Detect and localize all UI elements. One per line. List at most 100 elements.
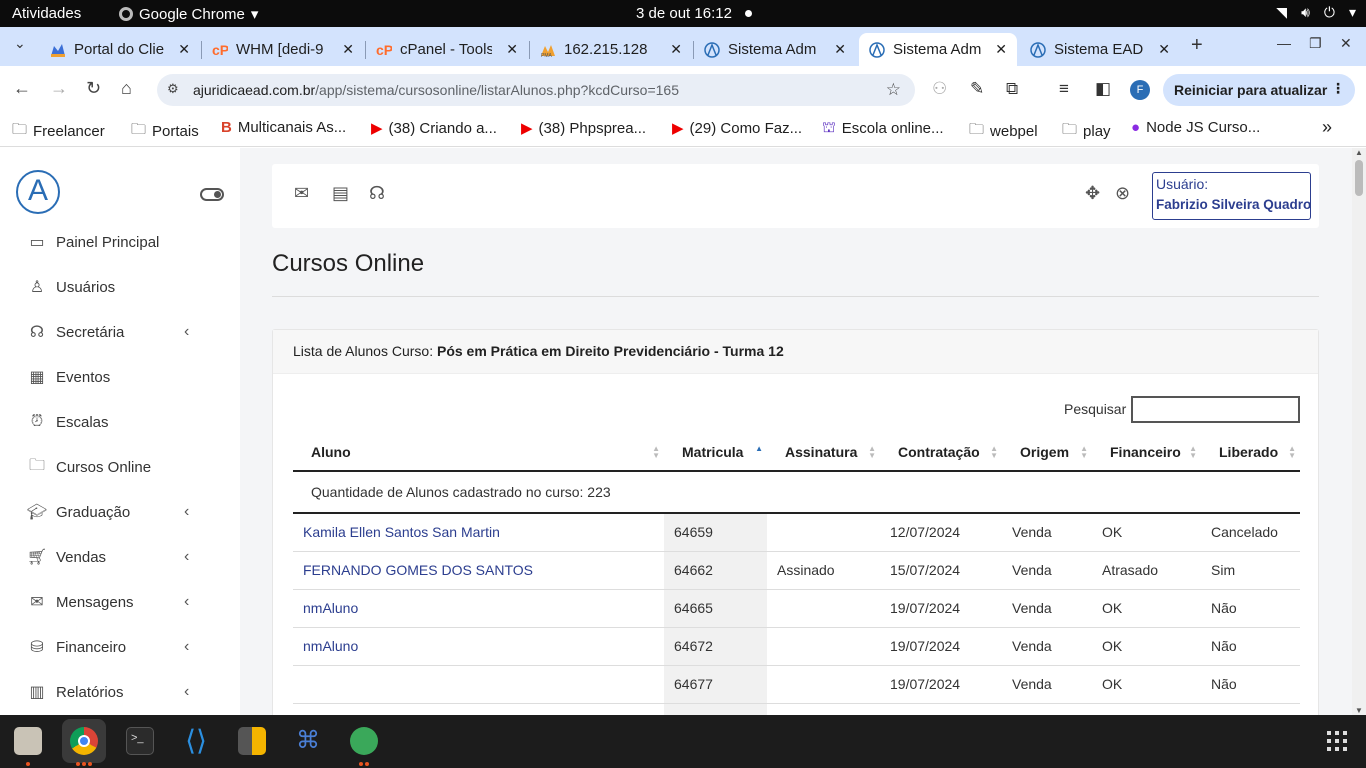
show-apps-icon[interactable] xyxy=(1327,731,1347,751)
vscode-icon[interactable]: ⟨⟩ xyxy=(182,727,210,755)
tab-portal[interactable]: Portal do Clie ✕ xyxy=(40,33,200,66)
student-name-link[interactable] xyxy=(293,703,664,715)
close-tab-icon[interactable]: ✕ xyxy=(670,41,682,58)
col-header-assinatura[interactable]: Assinatura ▲ ▼ xyxy=(767,433,880,472)
sidebar-item-secretaria[interactable]: ☊ Secretária ‹ xyxy=(26,320,206,344)
bookmark-escola[interactable]: ⛫ Escola online... xyxy=(822,119,944,138)
sidebar-item-label: Cursos Online xyxy=(56,458,152,476)
extension-icon[interactable]: ⚇ xyxy=(932,79,947,99)
sidebar-item-cursos-online[interactable]: 🗀 Cursos Online xyxy=(26,455,151,479)
bookmark-youtube-3[interactable]: ▶ (29) Como Faz... xyxy=(672,119,802,138)
page-scrollbar[interactable]: ▲ ▼ xyxy=(1352,148,1366,715)
close-tab-icon[interactable]: ✕ xyxy=(834,41,846,58)
restore-icon[interactable]: ❐ xyxy=(1309,35,1322,52)
tab-phpmyadmin[interactable]: PMA 162.215.128 ✕ xyxy=(530,33,692,66)
sidebar-item-escalas[interactable]: ⏰︎ Escalas xyxy=(26,410,109,434)
bookmark-multicanais[interactable]: B Multicanais As... xyxy=(221,119,346,136)
search-input[interactable] xyxy=(1131,396,1300,423)
student-name-link[interactable]: Kamila Ellen Santos San Martin xyxy=(293,513,664,552)
sidebar-item-vendas[interactable]: 🛒︎ Vendas ‹ xyxy=(26,545,206,569)
home-icon[interactable]: ⌂ xyxy=(121,78,132,99)
tab-search-icon[interactable]: ⌄ xyxy=(14,35,26,52)
col-header-liberado[interactable]: Liberado ▲ ▼ xyxy=(1201,433,1300,472)
tab-sistema-ead[interactable]: Sistema EAD ✕ xyxy=(1020,33,1180,66)
close-tab-icon[interactable]: ✕ xyxy=(1158,41,1170,58)
sidebar-item-painel[interactable]: ▭ Painel Principal xyxy=(26,230,159,254)
bookmark-portais[interactable]: 🗀 Portais xyxy=(131,119,199,144)
sidebar-toggle[interactable] xyxy=(200,188,224,201)
bookmark-play[interactable]: 🗀 play xyxy=(1062,119,1111,144)
app-logo[interactable]: A xyxy=(16,170,60,214)
student-name-link[interactable]: nmAluno xyxy=(293,627,664,666)
sidebar-item-usuarios[interactable]: ♙ Usuários xyxy=(26,275,115,299)
student-name-link[interactable]: nmAluno xyxy=(293,589,664,628)
bookmark-webpel[interactable]: 🗀 webpel xyxy=(969,119,1038,144)
site-info-icon[interactable]: ⚙ xyxy=(167,81,179,97)
col-header-matricula[interactable]: Matricula ▲ xyxy=(664,433,767,472)
mailbox-icon[interactable]: ▤ xyxy=(332,183,349,204)
mail-send-icon[interactable]: ✉ xyxy=(294,183,309,204)
network-icon[interactable]: ⌘ xyxy=(294,727,322,755)
sort-icon: ▲ ▼ xyxy=(868,444,876,460)
scrollbar-thumb[interactable] xyxy=(1355,160,1363,196)
calculator-icon[interactable] xyxy=(238,727,266,755)
col-header-aluno[interactable]: Aluno ▲ ▼ xyxy=(293,433,664,472)
activities-button[interactable]: Atividades xyxy=(12,5,81,22)
tab-sistema-adm-2[interactable]: Sistema Adm ✕ xyxy=(859,33,1017,66)
scroll-up-icon[interactable]: ▲ xyxy=(1355,148,1363,157)
envelope-icon: ✉ xyxy=(30,594,44,611)
app-menu[interactable]: Google Chrome ▾ xyxy=(119,5,258,23)
sidebar-item-financeiro[interactable]: ⛁ Financeiro ‹ xyxy=(26,635,206,659)
eyedropper-icon[interactable]: ✎ xyxy=(970,79,984,99)
col-header-origem[interactable]: Origem ▲ ▼ xyxy=(1002,433,1092,472)
student-name-link[interactable]: FERNANDO GOMES DOS SANTOS xyxy=(293,551,664,590)
col-header-financeiro[interactable]: Financeiro ▲ ▼ xyxy=(1092,433,1201,472)
col-header-contratacao[interactable]: Contratação ▲ ▼ xyxy=(880,433,1002,472)
bookmark-freelancer[interactable]: 🗀 Freelancer xyxy=(12,119,105,144)
tab-cpanel[interactable]: cP cPanel - Tools ✕ xyxy=(366,33,528,66)
new-tab-icon[interactable]: + xyxy=(1191,34,1203,57)
side-panel-icon[interactable]: ◧ xyxy=(1095,79,1111,99)
forward-icon[interactable]: → xyxy=(50,78,68,99)
more-bookmarks-icon[interactable]: » xyxy=(1322,117,1332,138)
sidebar-item-mensagens[interactable]: ✉ Mensagens ‹ xyxy=(26,590,206,614)
ajuridica-icon xyxy=(869,41,885,58)
table-row: 64678 19/07/2024VendaOKNão xyxy=(293,703,1300,715)
user-box[interactable]: Usuário: Fabrizio Silveira Quadro xyxy=(1152,172,1311,220)
files-icon[interactable] xyxy=(14,727,42,755)
scroll-down-icon[interactable]: ▼ xyxy=(1355,706,1363,715)
cell-contratacao: 15/07/2024 xyxy=(880,551,1002,590)
close-tab-icon[interactable]: ✕ xyxy=(342,41,354,58)
course-name: Pós em Prática em Direito Previdenciário… xyxy=(436,343,784,359)
bookmark-star-icon[interactable]: ☆ xyxy=(886,80,901,100)
puzzle-extensions-icon[interactable]: ⧉ xyxy=(1006,79,1018,99)
close-tab-icon[interactable]: ✕ xyxy=(178,41,190,58)
profile-avatar[interactable]: F xyxy=(1130,80,1150,100)
tab-sistema-adm-1[interactable]: Sistema Adm ✕ xyxy=(694,33,856,66)
back-icon[interactable]: ← xyxy=(13,78,31,99)
close-tab-icon[interactable]: ✕ xyxy=(506,41,518,58)
system-tray[interactable]: ◥ 🔊︎ ⏻ ▾ xyxy=(1276,4,1356,21)
update-button[interactable]: Reiniciar para atualizar ⋮ xyxy=(1163,74,1355,106)
sidebar-item-graduacao[interactable]: 🎓︎ Graduação ‹ xyxy=(26,500,206,524)
close-window-icon[interactable]: ✕ xyxy=(1340,35,1352,52)
bookmark-youtube-2[interactable]: ▶ (38) Phpsprea... xyxy=(521,119,646,138)
student-name-link[interactable] xyxy=(293,665,664,704)
bookmark-nodejs[interactable]: ● Node JS Curso... xyxy=(1131,119,1260,136)
sidebar-item-eventos[interactable]: ▦ Eventos xyxy=(26,365,110,389)
address-bar[interactable]: ⚙ ajuridicaead.com.br/app/sistema/cursos… xyxy=(157,74,915,106)
clock[interactable]: 3 de out 16:12 xyxy=(636,5,732,22)
media-control-icon[interactable]: ≡ xyxy=(1059,79,1069,99)
minimize-icon[interactable]: — xyxy=(1277,35,1291,51)
sidebar-item-relatorios[interactable]: ▥ Relatórios ‹ xyxy=(26,680,206,704)
headset-icon[interactable]: ☊ xyxy=(369,183,385,204)
atom-icon[interactable] xyxy=(350,727,378,755)
bookmark-youtube-1[interactable]: ▶ (38) Criando a... xyxy=(371,119,497,138)
fullscreen-move-icon[interactable]: ✥ xyxy=(1085,183,1100,204)
reload-icon[interactable]: ↻ xyxy=(86,78,101,99)
terminal-icon[interactable]: >_ xyxy=(126,727,154,755)
close-circle-icon[interactable]: ⊗ xyxy=(1115,183,1130,204)
kebab-menu-icon[interactable]: ⋮ xyxy=(1331,80,1345,97)
tab-whm[interactable]: cP WHM [dedi-9 ✕ xyxy=(202,33,364,66)
close-tab-icon[interactable]: ✕ xyxy=(995,41,1007,58)
